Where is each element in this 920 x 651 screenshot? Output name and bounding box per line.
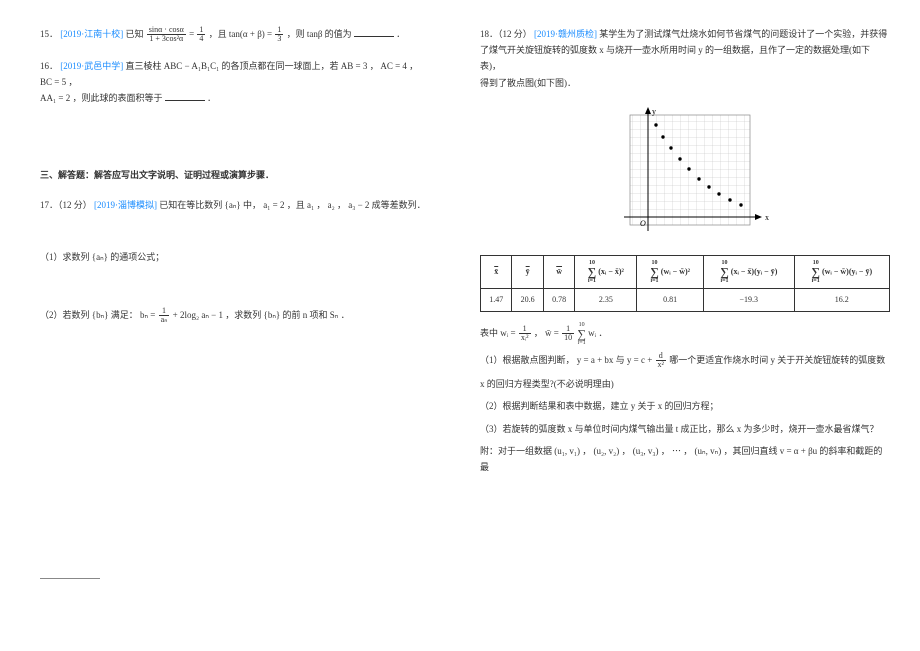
q17-part1: （1）求数列 {aₙ} 的通项公式； bbox=[40, 249, 430, 265]
q18-a: 某学生为了测试煤气灶烧水如何节省煤气的问题设计了一个实验，并获得 bbox=[599, 29, 887, 39]
q17-p2a: （2）若数列 {bₙ} 满足： bₙ = bbox=[40, 310, 158, 320]
th-ybar: ȳ bbox=[512, 255, 543, 288]
scatter-svg: x y O bbox=[600, 105, 770, 245]
q18-p1-frac: d x² bbox=[656, 352, 666, 370]
scatter-plot: x y O bbox=[600, 105, 770, 245]
q18-appendix: 附：对于一组数据 (u₁, v₁) ， (u₂, v₂) ， (u₃, v₃) … bbox=[480, 443, 890, 475]
th-sum-wy: 10 ∑ i=1 (wᵢ − w̄)(yᵢ − ȳ) bbox=[794, 255, 889, 288]
q18-source: [2019·赣州质检] bbox=[534, 29, 597, 39]
note-frac1: 1 xᵢ² bbox=[519, 325, 531, 343]
q15-blank bbox=[354, 28, 394, 37]
q18-part1b: x 的回归方程类型?(不必说明理由) bbox=[480, 376, 890, 392]
q15-source: [2019·江南十校] bbox=[60, 29, 123, 39]
q18-b: 了煤气开关旋钮旋转的弧度数 x 与烧开一壶水所用时间 y 的一组数据，且作了一定… bbox=[480, 42, 890, 74]
q15-mid: ，且 tan(α + β) = bbox=[209, 29, 275, 39]
q15-number: 15． bbox=[40, 29, 58, 39]
th-wbar: w̄ bbox=[543, 255, 574, 288]
axis-x-label: x bbox=[765, 213, 769, 222]
th-xbar: x̄ bbox=[481, 255, 512, 288]
question-15: 15． [2019·江南十校] 已知 sinα · cosα 1 + 3cos²… bbox=[40, 26, 430, 44]
q15-text-a: 已知 bbox=[126, 29, 146, 39]
td-3: 2.35 bbox=[575, 288, 637, 311]
q17-part2: （2）若数列 {bₙ} 满足： bₙ = 1 aₙ + 2log₂ aₙ − 1… bbox=[40, 307, 430, 325]
q18-number: 18．（12 分） bbox=[480, 29, 532, 39]
q15-one-quarter: 1 4 bbox=[197, 26, 205, 44]
question-17: 17．（12 分） [2019·淄博模拟] 已知在等比数列 {aₙ} 中， a₁… bbox=[40, 197, 430, 325]
table-header-row: x̄ ȳ w̄ 10 ∑ i=1 (xᵢ − x̄)² 10 ∑ i=1 bbox=[481, 255, 890, 288]
q17-source: [2019·淄博模拟] bbox=[94, 200, 157, 210]
q15-eq: = bbox=[189, 29, 196, 39]
q15-fraction-lhs: sinα · cosα 1 + 3cos²α bbox=[147, 26, 186, 44]
q16-text-b: AA₁ = 2 ，则此球的表面积等于 bbox=[40, 93, 162, 103]
q15-tail: ，则 tanβ 的值为 bbox=[287, 29, 352, 39]
q16-number: 16． bbox=[40, 61, 58, 71]
data-table: x̄ ȳ w̄ 10 ∑ i=1 (xᵢ − x̄)² 10 ∑ i=1 bbox=[480, 255, 890, 312]
table-data-row: 1.47 20.6 0.78 2.35 0.81 −19.3 16.2 bbox=[481, 288, 890, 311]
q16-end: ． bbox=[207, 93, 216, 103]
q15-one-third: 1 3 bbox=[275, 26, 283, 44]
q17-text-a: 已知在等比数列 {aₙ} 中， a₁ = 2 ，且 a₁ ， a₂ ， a₃ −… bbox=[159, 200, 425, 210]
q18-part2: （2）根据判断结果和表中数据，建立 y 关于 x 的回归方程； bbox=[480, 398, 890, 414]
q16-source: [2019·武邑中学] bbox=[60, 61, 123, 71]
th-sum-x2: 10 ∑ i=1 (xᵢ − x̄)² bbox=[575, 255, 637, 288]
q15-end: ． bbox=[396, 29, 405, 39]
td-0: 1.47 bbox=[481, 288, 512, 311]
svg-text:O: O bbox=[640, 219, 646, 228]
q18-c: 得到了散点图(如下图)． bbox=[480, 75, 890, 91]
td-2: 0.78 bbox=[543, 288, 574, 311]
th-sum-w2: 10 ∑ i=1 (wᵢ − w̄)² bbox=[637, 255, 704, 288]
left-column: 15． [2019·江南十校] 已知 sinα · cosα 1 + 3cos²… bbox=[0, 0, 460, 651]
note-a: 表中 wᵢ = bbox=[480, 328, 518, 338]
note-frac2: 1 10 bbox=[562, 325, 574, 343]
note-b: wᵢ ． bbox=[588, 328, 607, 338]
td-4: 0.81 bbox=[637, 288, 704, 311]
note-sum: 10 ∑ i=1 bbox=[577, 322, 586, 346]
question-18: 18．（12 分） [2019·赣州质检] 某学生为了测试煤气灶烧水如何节省煤气… bbox=[480, 26, 890, 91]
td-1: 20.6 bbox=[512, 288, 543, 311]
th-sum-xy: 10 ∑ i=1 (xᵢ − x̄)(yᵢ − ȳ) bbox=[704, 255, 795, 288]
question-16: 16． [2019·武邑中学] 直三棱柱 ABC − A₁B₁C₁ 的各顶点都在… bbox=[40, 58, 430, 107]
section-heading: 三、解答题：解答应写出文字说明、证明过程或演算步骤． bbox=[40, 167, 430, 183]
q16-blank bbox=[165, 92, 205, 101]
q18-note: 表中 wᵢ = 1 xᵢ² ， w̄ = 1 10 10 ∑ i=1 wᵢ ． bbox=[480, 322, 890, 346]
axis-y-label: y bbox=[652, 107, 656, 116]
q18-part1: （1）根据散点图判断， y = a + bx 与 y = c + d x² 哪一… bbox=[480, 352, 890, 370]
q17-number: 17．（12 分） bbox=[40, 200, 92, 210]
page: 15． [2019·江南十校] 已知 sinα · cosα 1 + 3cos²… bbox=[0, 0, 920, 651]
td-6: 16.2 bbox=[794, 288, 889, 311]
page-rule-left bbox=[40, 578, 100, 579]
q18-part3: （3）若旋转的弧度数 x 与单位时间内煤气输出量 t 成正比，那么 x 为多少时… bbox=[480, 421, 890, 437]
q17-p2b: + 2log₂ aₙ − 1 ，求数列 {bₙ} 的前 n 项和 Sₙ ． bbox=[173, 310, 350, 320]
right-column: 18．（12 分） [2019·赣州质检] 某学生为了测试煤气灶烧水如何节省煤气… bbox=[460, 0, 920, 651]
note-mid: ， w̄ = bbox=[534, 328, 561, 338]
td-5: −19.3 bbox=[704, 288, 795, 311]
q17-fraction: 1 aₙ bbox=[159, 307, 170, 325]
